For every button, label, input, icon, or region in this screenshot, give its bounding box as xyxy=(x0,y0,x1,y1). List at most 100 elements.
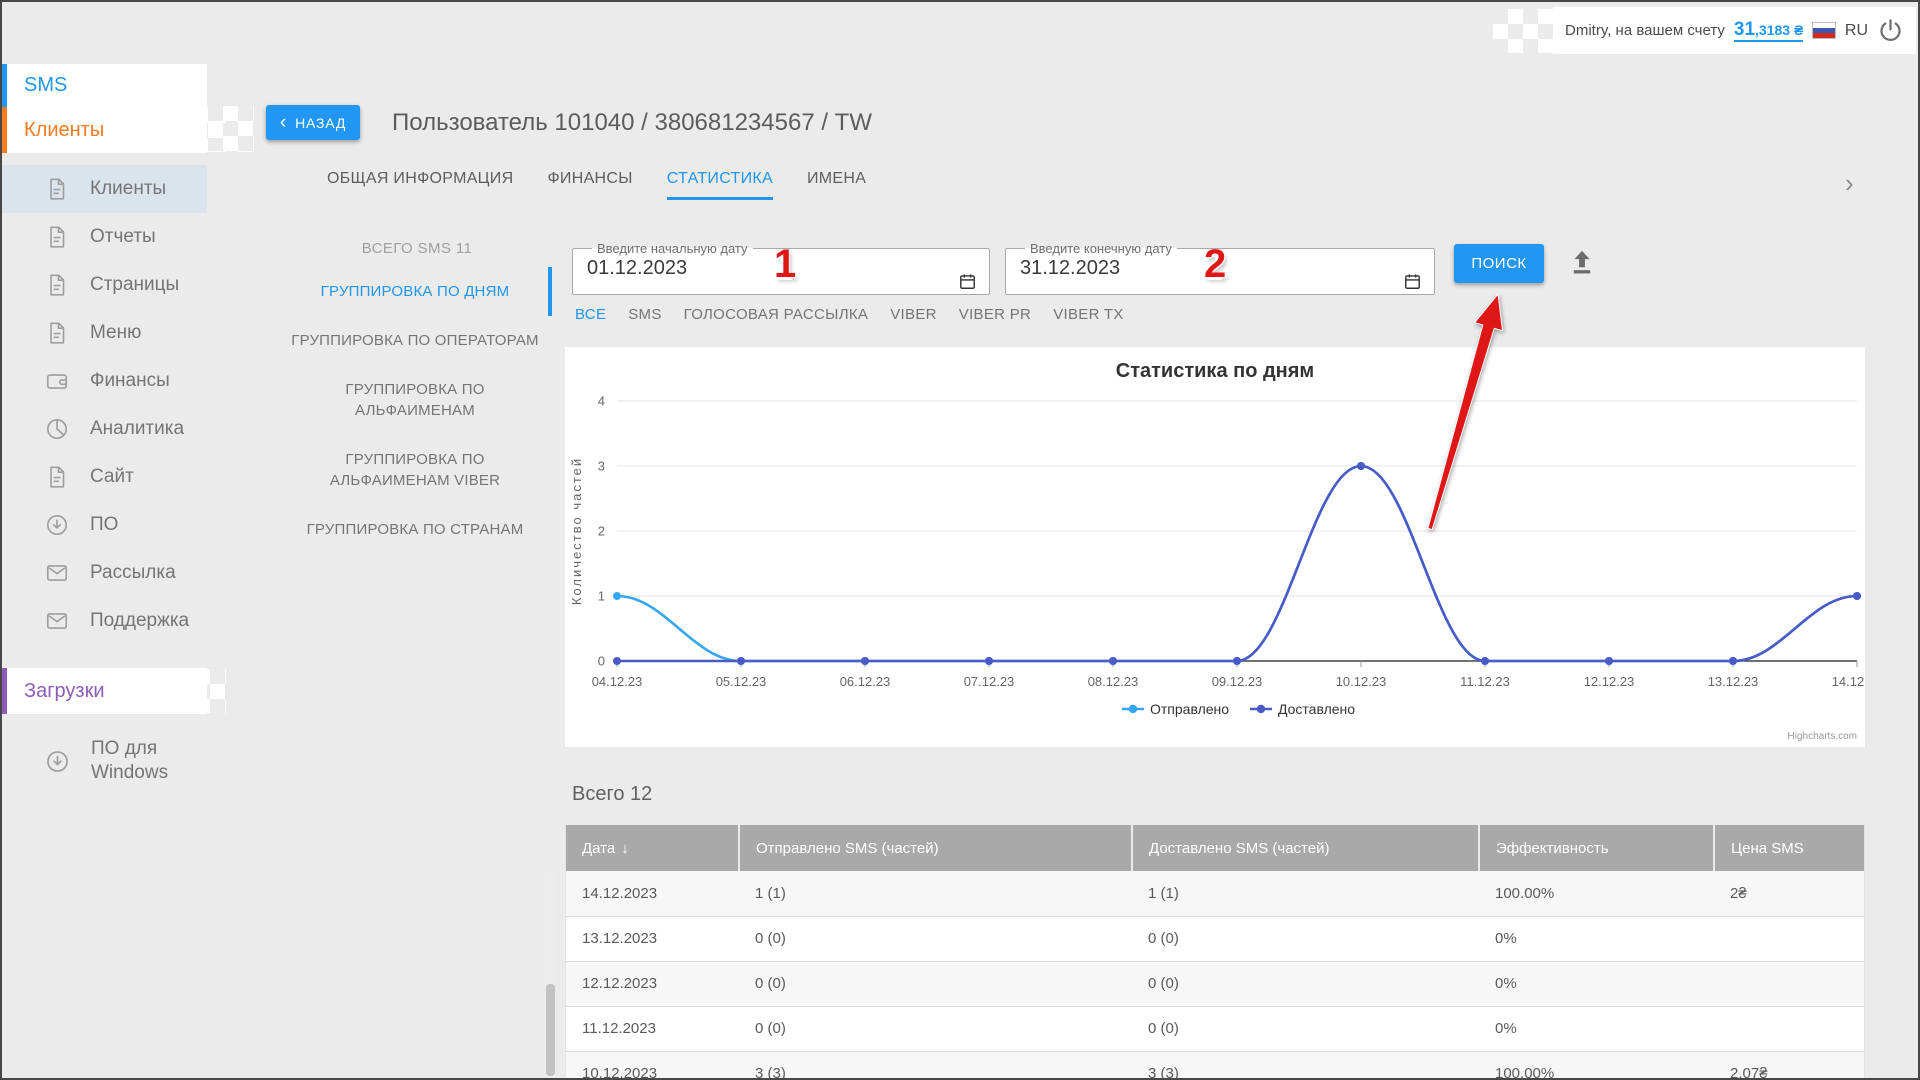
subnav-item-by-operators[interactable]: ГРУППИРОВКА ПО ОПЕРАТОРАМ xyxy=(282,316,552,365)
tab-finances[interactable]: ФИНАНСЫ xyxy=(547,170,632,200)
sidebar-menu: Клиенты Отчеты СтраницыМеню Финансы Аналитик… xyxy=(2,165,207,645)
svg-text:11.12.23: 11.12.23 xyxy=(1460,674,1510,689)
sidebar-item-label: Сайт xyxy=(90,466,134,488)
date-from-label: Введите начальную дату xyxy=(592,241,753,256)
svg-text:14.12.23: 14.12.23 xyxy=(1832,674,1865,689)
column-header[interactable]: Цена SMS xyxy=(1714,825,1865,871)
stats-table: Дата↓Отправлено SMS (частей)Доставлено S… xyxy=(566,825,1865,1078)
type-tab-sms[interactable]: SMS xyxy=(628,306,661,323)
sidebar-section-sms[interactable]: SMS xyxy=(2,64,207,107)
mail-icon xyxy=(44,560,70,586)
subnav-items: ГРУППИРОВКА ПО ДНЯМГРУППИРОВКА ПО ОПЕРАТ… xyxy=(282,267,552,554)
app-window: Dmitry, на вашем счету 31,3183 ₴ RU SMS … xyxy=(0,0,1920,1080)
chevron-right-icon[interactable]: › xyxy=(1845,170,1854,196)
svg-text:1: 1 xyxy=(598,589,605,604)
table-cell: 0 (0) xyxy=(739,961,1132,1006)
svg-text:09.12.23: 09.12.23 xyxy=(1212,674,1263,689)
svg-text:3: 3 xyxy=(598,459,605,474)
svg-text:4: 4 xyxy=(598,394,605,409)
column-header[interactable]: Дата↓ xyxy=(566,825,739,871)
sidebar-item-analytics[interactable]: Аналитика xyxy=(2,405,207,453)
annotation-number-2: 2 xyxy=(1204,242,1226,287)
document-icon xyxy=(44,320,70,346)
tab-general-info[interactable]: ОБЩАЯ ИНФОРМАЦИЯ xyxy=(327,170,513,200)
table-cell: 3 (3) xyxy=(739,1051,1132,1078)
sidebar-item-label: Рассылка xyxy=(90,562,176,584)
mail-icon xyxy=(44,608,70,634)
table-cell: 0% xyxy=(1479,916,1714,961)
type-tab-all[interactable]: ВСЕ xyxy=(575,306,606,323)
svg-text:Количество частей: Количество частей xyxy=(569,457,584,605)
type-tab-viber-tx[interactable]: VIBER TX xyxy=(1053,306,1123,323)
sidebar-item-reports[interactable]: Отчеты xyxy=(2,213,207,261)
tab-statistics[interactable]: СТАТИСТИКА xyxy=(667,170,773,200)
table-cell: 10.12.2023 xyxy=(566,1051,739,1078)
sidebar-item-software[interactable]: ПО xyxy=(2,501,207,549)
download-icon xyxy=(44,512,70,538)
legend-item[interactable]: Доставлено xyxy=(1250,701,1355,717)
section-bar xyxy=(2,107,7,153)
chart-credit[interactable]: Highcharts.com xyxy=(1788,731,1857,742)
sidebar-item-mailing[interactable]: Рассылка xyxy=(2,549,207,597)
sidebar-item-windows-software[interactable]: ПО для Windows xyxy=(2,729,207,793)
sidebar-item-label: Финансы xyxy=(90,370,170,392)
sidebar-item-finances[interactable]: Финансы xyxy=(2,357,207,405)
balance-fraction: ,3183 ₴ xyxy=(1755,22,1803,38)
tabs-bar: ОБЩАЯ ИНФОРМАЦИЯ ФИНАНСЫ СТАТИСТИКА ИМЕНА xyxy=(327,170,866,200)
subnav-item-by-countries[interactable]: ГРУППИРОВКА ПО СТРАНАМ xyxy=(282,505,552,554)
date-to-label: Введите конечную дату xyxy=(1025,241,1177,256)
subnav-item-by-alphanames-viber[interactable]: ГРУППИРОВКА ПО АЛЬФАИМЕНАМ VIBER xyxy=(282,435,552,505)
russia-flag-icon[interactable] xyxy=(1812,22,1836,39)
upload-icon[interactable] xyxy=(1568,248,1596,276)
sidebar-item-site[interactable]: Сайт xyxy=(2,453,207,501)
sidebar-item-clients[interactable]: Клиенты xyxy=(2,165,207,213)
table-cell: 1 (1) xyxy=(1132,871,1479,916)
sidebar-item-pages[interactable]: Страницы xyxy=(2,261,207,309)
column-header[interactable]: Отправлено SMS (частей) xyxy=(739,825,1132,871)
search-button[interactable]: ПОИСК xyxy=(1454,244,1544,283)
sidebar-section-downloads[interactable]: Загрузки xyxy=(2,668,207,714)
section-label: Клиенты xyxy=(24,119,104,142)
subnav-item-by-days[interactable]: ГРУППИРОВКА ПО ДНЯМ xyxy=(282,267,552,316)
type-tab-voice[interactable]: ГОЛОСОВАЯ РАССЫЛКА xyxy=(684,306,869,323)
table-cell: 0 (0) xyxy=(1132,1006,1479,1051)
column-header[interactable]: Доставлено SMS (частей) xyxy=(1132,825,1479,871)
table-cell xyxy=(1714,916,1865,961)
table-cell: 100.00% xyxy=(1479,1051,1714,1078)
table-row: 11.12.20230 (0)0 (0)0% xyxy=(566,1006,1865,1051)
language-label[interactable]: RU xyxy=(1845,22,1868,40)
type-tab-viber[interactable]: VIBER xyxy=(890,306,937,323)
sidebar-item-label: Поддержка xyxy=(90,610,189,632)
subnav-item-by-alphanames[interactable]: ГРУППИРОВКА ПО АЛЬФАИМЕНАМ xyxy=(282,365,552,435)
svg-text:10.12.23: 10.12.23 xyxy=(1336,674,1387,689)
table-row: 12.12.20230 (0)0 (0)0% xyxy=(566,961,1865,1006)
back-label: НАЗАД xyxy=(295,115,346,131)
scrollbar-track[interactable] xyxy=(546,871,555,1078)
sidebar-item-menu[interactable]: Меню xyxy=(2,309,207,357)
balance-link[interactable]: 31,3183 ₴ xyxy=(1734,20,1803,42)
sidebar-item-support[interactable]: Поддержка xyxy=(2,597,207,645)
back-button[interactable]: ‹ НАЗАД xyxy=(266,105,360,140)
document-icon xyxy=(44,176,70,202)
annotation-number-1: 1 xyxy=(774,242,796,287)
table-total: Всего 12 xyxy=(572,783,652,806)
calendar-icon[interactable] xyxy=(958,272,977,291)
column-header[interactable]: Эффективность xyxy=(1479,825,1714,871)
document-icon xyxy=(44,224,70,250)
download-icon xyxy=(44,748,71,775)
power-icon[interactable] xyxy=(1877,17,1904,44)
table-cell: 1 (1) xyxy=(739,871,1132,916)
scrollbar-thumb[interactable] xyxy=(546,984,555,1076)
table-cell: 0% xyxy=(1479,1006,1714,1051)
legend-item[interactable]: Отправлено xyxy=(1122,701,1229,717)
tab-names[interactable]: ИМЕНА xyxy=(807,170,866,200)
type-tab-viber-pr[interactable]: VIBER PR xyxy=(959,306,1031,323)
checker-decoration xyxy=(1493,9,1555,53)
sidebar-section-clients[interactable]: Клиенты xyxy=(2,107,207,153)
table-cell: 100.00% xyxy=(1479,871,1714,916)
line-chart: 0123404.12.2305.12.2306.12.2307.12.2308.… xyxy=(565,391,1865,731)
sidebar-item-label: Отчеты xyxy=(90,226,156,248)
table-cell: 12.12.2023 xyxy=(566,961,739,1006)
user-greeting: Dmitry, на вашем счету xyxy=(1565,22,1725,39)
page-title: Пользователь 101040 / 380681234567 / TW xyxy=(392,109,872,137)
